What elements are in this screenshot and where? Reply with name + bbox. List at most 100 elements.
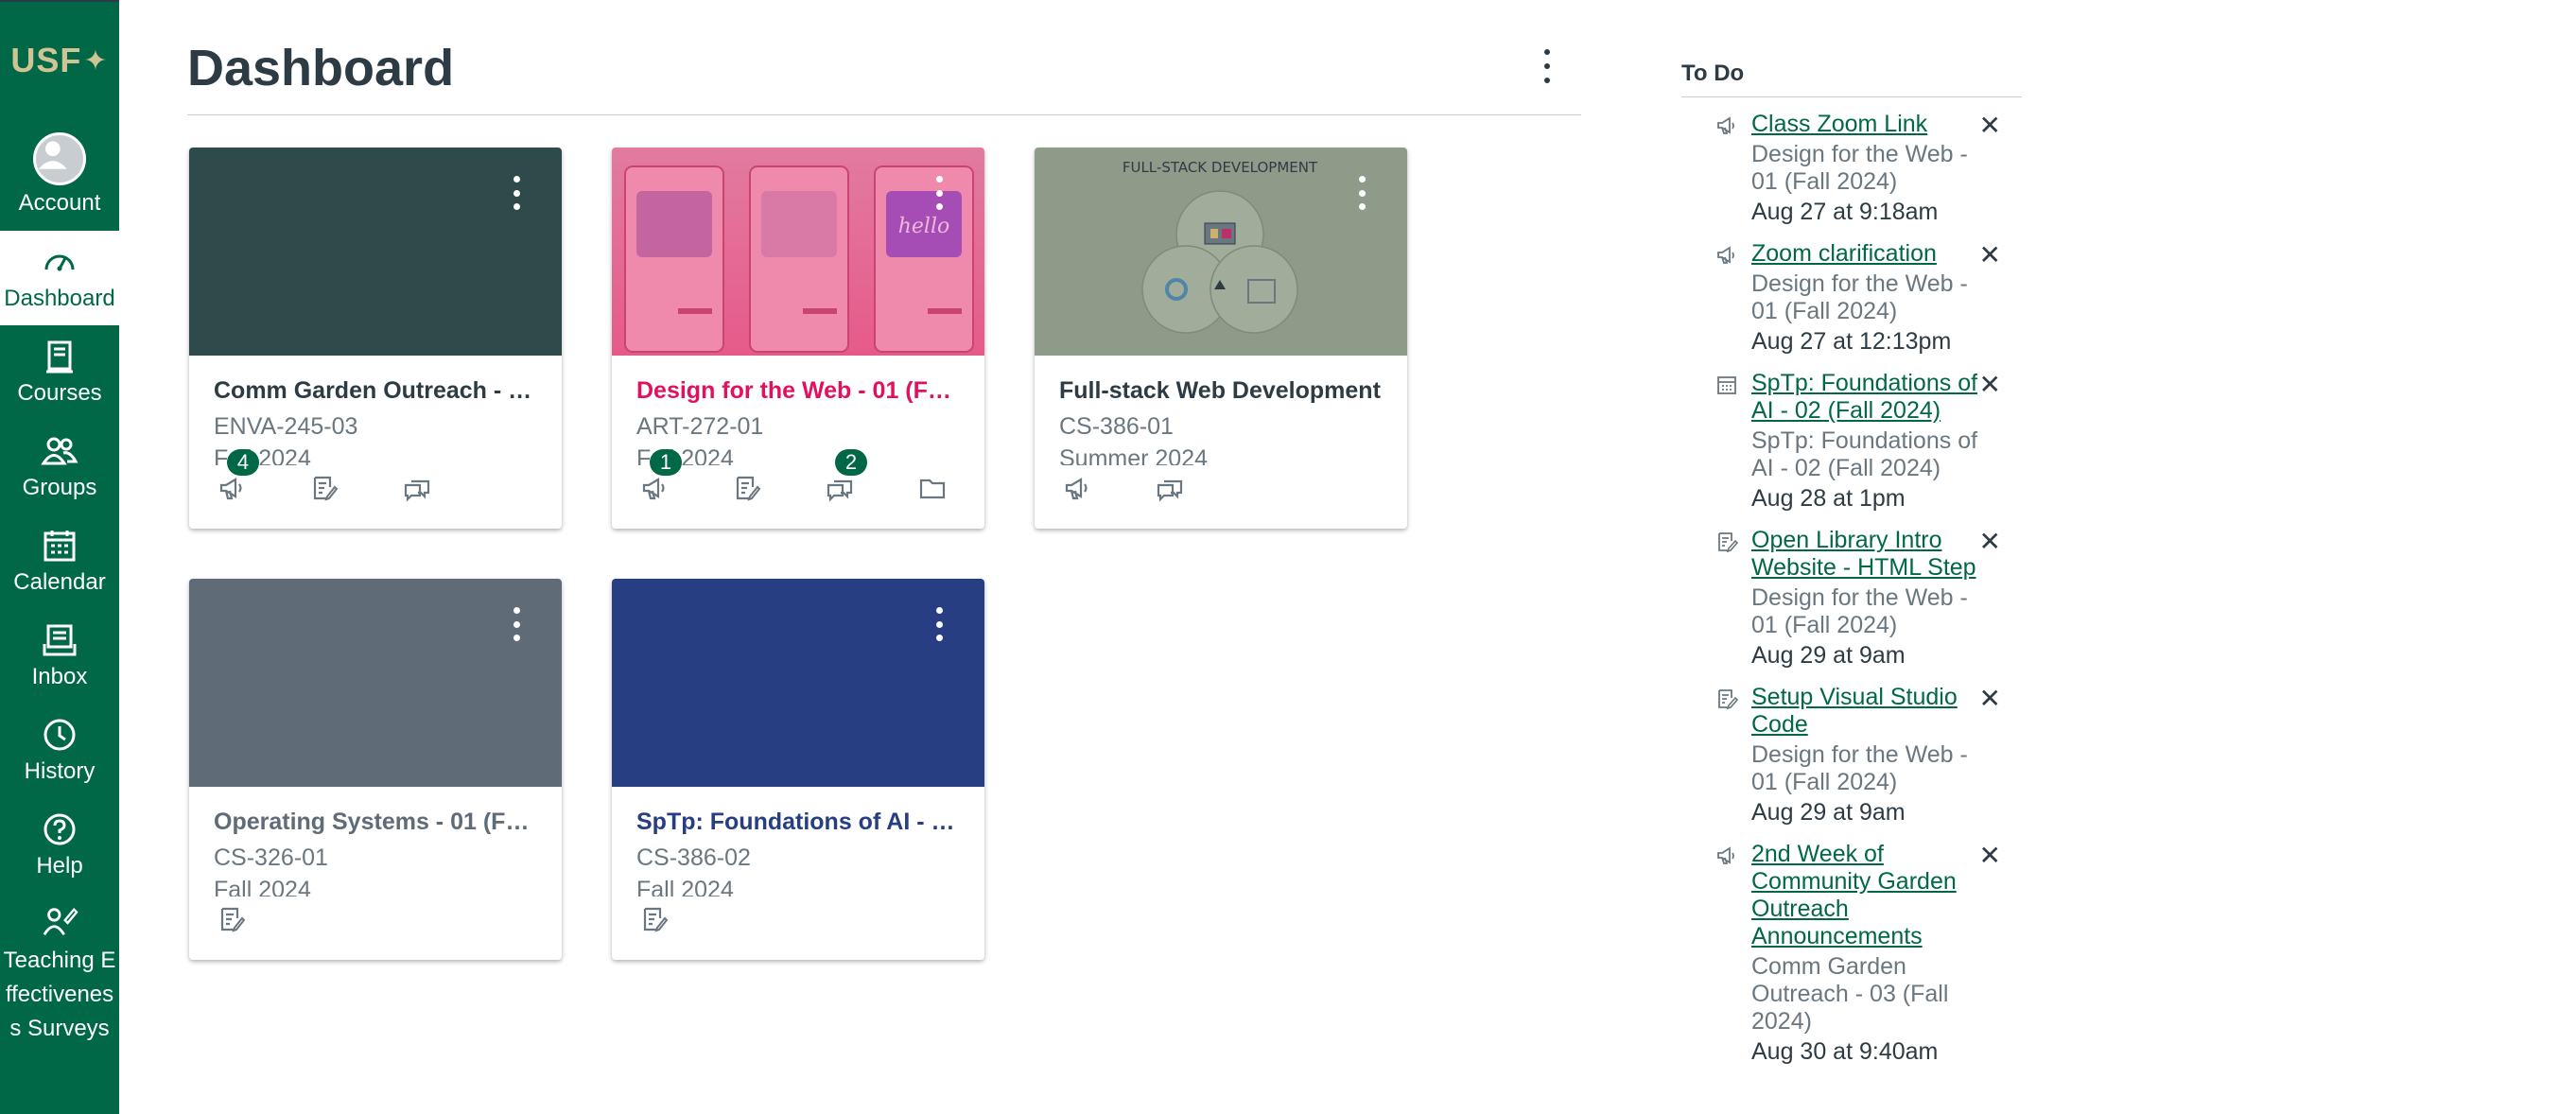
announcement-icon	[1715, 844, 1738, 867]
course-card-term: Fall 2024	[636, 877, 734, 896]
course-card-options-button[interactable]	[928, 176, 950, 210]
nav-label: Courses	[17, 380, 102, 406]
page-title: Dashboard	[187, 40, 455, 96]
nav-label: Groups	[22, 475, 97, 500]
dashboard-header: Dashboard	[187, 34, 1581, 115]
nav-calendar[interactable]: Calendar	[0, 514, 119, 609]
dismiss-icon[interactable]: ✕	[1979, 372, 2001, 398]
course-card-hero[interactable]	[189, 148, 562, 356]
dashboard-icon	[44, 254, 75, 271]
calendar-icon	[44, 531, 76, 562]
usf-logo[interactable]: USF ✦	[0, 2, 119, 119]
todo-heading: To Do	[1681, 61, 2022, 97]
todo-item-context: Design for the Web - 01 (Fall 2024)	[1751, 584, 1968, 638]
logo-text: USF	[10, 41, 82, 79]
dashboard-options-button[interactable]	[1536, 49, 1558, 83]
course-card: hello Design for the Web - 01 (Fall 2024…	[612, 148, 984, 529]
nav-label: Inbox	[31, 664, 88, 689]
nav-dashboard[interactable]: Dashboard	[0, 231, 119, 325]
todo-item: Zoom clarification Design for the Web - …	[1681, 240, 2022, 357]
nav-label: Dashboard	[4, 286, 115, 311]
assignments-icon[interactable]	[214, 901, 250, 937]
course-card-title[interactable]: Full-stack Web Development	[1059, 374, 1383, 407]
assignments-icon[interactable]	[306, 470, 342, 506]
course-card-hero[interactable]	[189, 579, 562, 787]
course-card-hero[interactable]: FULL-STACK DEVELOPMENT	[1035, 148, 1407, 356]
course-card-term: Fall 2024	[214, 445, 311, 465]
courses-icon	[46, 340, 73, 374]
groups-icon	[41, 437, 78, 465]
todo-item: Open Library Intro Website - HTML Step D…	[1681, 527, 2022, 670]
announcement-icon	[1715, 244, 1738, 267]
course-card-hero[interactable]: hello	[612, 148, 984, 356]
todo-item-link[interactable]: Class Zoom Link	[1751, 111, 1988, 138]
help-icon	[44, 813, 76, 845]
course-card-hero[interactable]	[612, 579, 984, 787]
nav-inbox[interactable]: Inbox	[0, 609, 119, 704]
unread-badge: 4	[227, 449, 259, 476]
nav-teaching-effectiveness-surveys[interactable]: Teaching Effectiveness Surveys	[0, 904, 119, 1046]
todo-item-context: Design for the Web - 01 (Fall 2024)	[1751, 741, 1968, 795]
nav-label: Teaching Effectiveness Surveys	[3, 948, 116, 1041]
todo-item-date: Aug 30 at 9:40am	[1751, 1038, 1939, 1065]
todo-item-link[interactable]: Setup Visual Studio Code	[1751, 684, 1988, 739]
todo-item-context: SpTp: Foundations of AI - 02 (Fall 2024)	[1751, 427, 1978, 481]
nav-label: Account	[18, 190, 101, 216]
hero-caption: FULL-STACK DEVELOPMENT	[1123, 159, 1318, 176]
inbox-icon	[43, 624, 77, 656]
course-card-term: Summer 2024	[1059, 445, 1209, 465]
course-card-code: ART-272-01	[636, 413, 764, 440]
svg-text:hello: hello	[898, 215, 950, 238]
assignments-icon[interactable]	[636, 901, 672, 937]
course-card-code: ENVA-245-03	[214, 413, 358, 440]
todo-item-context: Design for the Web - 01 (Fall 2024)	[1751, 141, 1968, 195]
announcements-icon[interactable]: 1	[636, 449, 682, 506]
todo-item-context: Comm Garden Outreach - 03 (Fall 2024)	[1751, 953, 1949, 1035]
todo-item-link[interactable]: 2nd Week of Community Garden Outreach An…	[1751, 841, 1988, 950]
nav-label: History	[24, 758, 96, 784]
course-card: Operating Systems - 01 (Fall 2024) CS-32…	[189, 579, 562, 960]
announcements-icon[interactable]: 4	[214, 449, 259, 506]
dismiss-icon[interactable]: ✕	[1979, 843, 2001, 869]
dismiss-icon[interactable]: ✕	[1979, 686, 2001, 712]
course-card-term: Fall 2024	[636, 445, 734, 465]
dismiss-icon[interactable]: ✕	[1979, 529, 2001, 555]
dismiss-icon[interactable]: ✕	[1979, 113, 2001, 139]
assignment-icon	[1715, 688, 1739, 710]
todo-item-link[interactable]: SpTp: Foundations of AI - 02 (Fall 2024)	[1751, 370, 1988, 425]
todo-item-date: Aug 27 at 9:18am	[1751, 199, 1939, 225]
files-icon[interactable]	[914, 470, 950, 506]
course-card-term: Fall 2024	[214, 877, 311, 896]
todo-item-date: Aug 28 at 1pm	[1751, 485, 1906, 512]
announcements-icon[interactable]	[1059, 470, 1095, 506]
discussions-icon[interactable]: 2	[822, 449, 867, 506]
nav-courses[interactable]: Courses	[0, 325, 119, 420]
assignment-icon	[1715, 531, 1739, 553]
nav-label: Help	[36, 853, 83, 879]
todo-sidebar: To Do Class Zoom Link Design for the Web…	[1681, 61, 2022, 1067]
dismiss-icon[interactable]: ✕	[1979, 242, 2001, 269]
course-card-options-button[interactable]	[505, 607, 528, 641]
nav-account[interactable]: Account	[0, 119, 119, 231]
calendar-icon	[1715, 374, 1738, 396]
course-card-options-button[interactable]	[928, 607, 950, 641]
unread-badge: 2	[835, 449, 867, 476]
course-card-options-button[interactable]	[505, 176, 528, 210]
course-card-code: CS-326-01	[214, 844, 328, 871]
course-card-title[interactable]: Operating Systems - 01 (Fall 2024)	[214, 806, 537, 838]
discussions-icon[interactable]	[1152, 470, 1188, 506]
avatar	[33, 132, 86, 185]
todo-item-link[interactable]: Open Library Intro Website - HTML Step	[1751, 527, 1988, 582]
global-nav: USF ✦ Account Dashboard Courses Groups Ca…	[0, 0, 119, 1114]
course-card-title[interactable]: SpTp: Foundations of AI - 02 (Fall 2024)	[636, 806, 960, 838]
course-card-options-button[interactable]	[1350, 176, 1373, 210]
discussions-icon[interactable]	[399, 470, 435, 506]
nav-history[interactable]: History	[0, 704, 119, 798]
course-card-title[interactable]: Design for the Web - 01 (Fall 2024)	[636, 374, 960, 407]
course-card-title[interactable]: Comm Garden Outreach - 03 (Fall 2024)	[214, 374, 537, 407]
nav-groups[interactable]: Groups	[0, 420, 119, 514]
course-card: Comm Garden Outreach - 03 (Fall 2024) EN…	[189, 148, 562, 529]
nav-help[interactable]: Help	[0, 798, 119, 893]
todo-item-link[interactable]: Zoom clarification	[1751, 240, 1988, 268]
assignments-icon[interactable]	[729, 470, 765, 506]
